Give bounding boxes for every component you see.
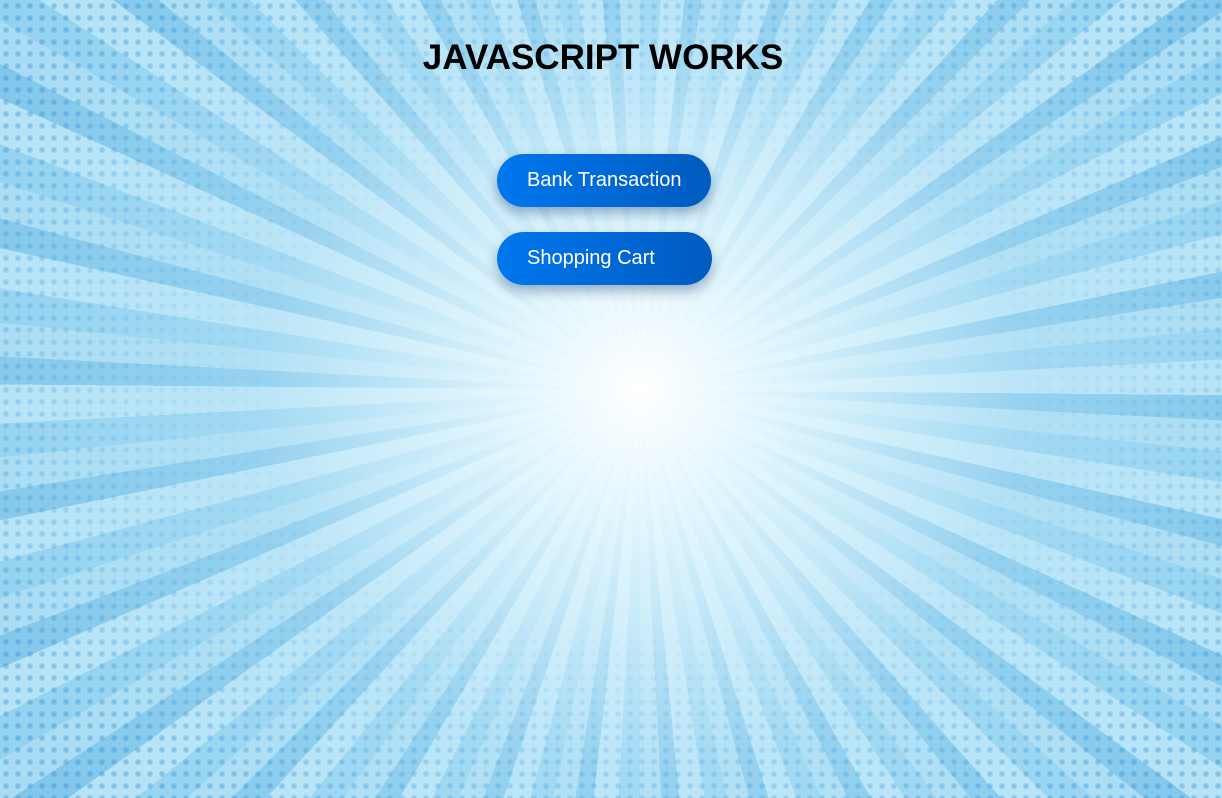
background-halftone [0,0,1222,798]
bank-transaction-button[interactable]: Bank Transaction [497,154,711,207]
page-title: JAVASCRIPT WORKS [422,38,784,77]
shopping-cart-button[interactable]: Shopping Cart [497,232,712,285]
